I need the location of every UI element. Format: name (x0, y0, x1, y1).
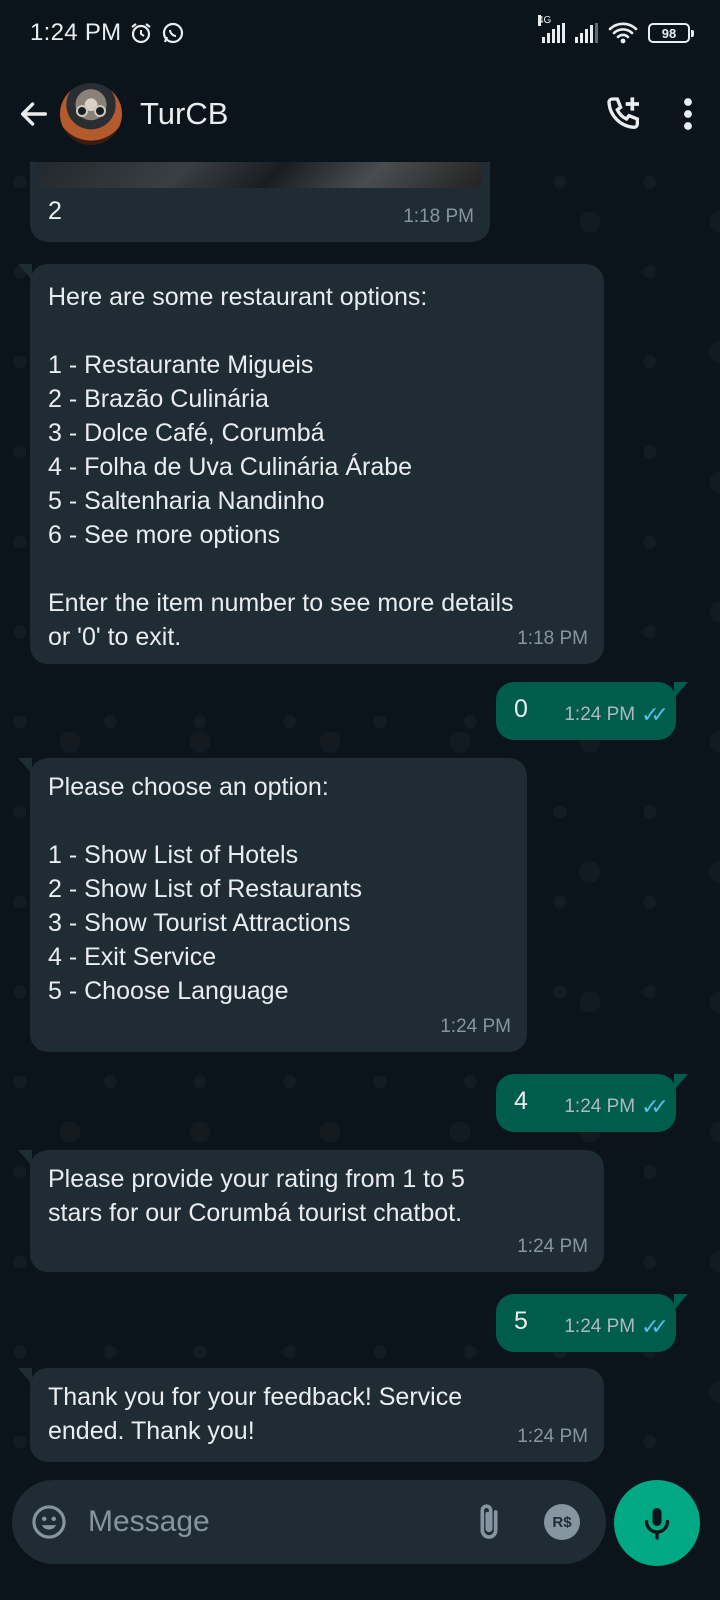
signal-icon (575, 23, 598, 43)
message-time: 1:24 PM (517, 1236, 588, 1257)
message-text: 0 (514, 695, 528, 723)
message-time: 1:24 PM ✓✓ (564, 698, 669, 732)
message-text: Thank you for your feedback! Service end… (48, 1383, 463, 1445)
chat-header: TurCB (0, 66, 720, 162)
back-button[interactable] (14, 94, 54, 134)
message-incoming[interactable]: Here are some restaurant options: 1 - Re… (18, 264, 604, 664)
message-text: 5 (514, 1307, 528, 1335)
message-time: 1:24 PM ✓✓ (564, 1310, 669, 1344)
whatsapp-notification-icon (163, 22, 184, 44)
message-text: Please choose an option: 1 - Show List o… (48, 773, 363, 1005)
message-image[interactable] (38, 162, 482, 188)
contact-name[interactable]: TurCB (140, 96, 228, 132)
wifi-icon (608, 22, 638, 44)
avatar[interactable] (60, 83, 122, 145)
alarm-icon (131, 23, 152, 44)
payment-icon[interactable]: R$ (544, 1504, 580, 1540)
message-outgoing[interactable]: 4 1:24 PM ✓✓ (496, 1074, 688, 1132)
voice-message-button[interactable] (614, 1480, 700, 1566)
message-incoming-image[interactable]: 2 1:18 PM (30, 162, 490, 242)
mic-icon (644, 1508, 670, 1540)
message-text: 2 (48, 197, 62, 225)
back-arrow-icon (20, 102, 48, 126)
message-time: 1:24 PM ✓✓ (564, 1090, 669, 1124)
message-composer: R$ (12, 1480, 655, 1564)
battery-indicator: 98 (648, 23, 694, 43)
emoji-icon (32, 1505, 66, 1539)
message-outgoing[interactable]: 0 1:24 PM ✓✓ (496, 682, 688, 740)
message-input[interactable] (86, 1505, 474, 1539)
message-incoming[interactable]: Please provide your rating from 1 to 5 s… (18, 1150, 604, 1272)
message-text: Here are some restaurant options: 1 - Re… (48, 283, 514, 651)
message-time: 1:18 PM (403, 206, 474, 227)
status-bar: 1:24 PM 4G 98 (0, 0, 720, 66)
message-time: 1:24 PM (440, 1016, 511, 1037)
message-time: 1:24 PM (517, 1426, 588, 1447)
attach-icon[interactable] (474, 1502, 504, 1542)
add-call-icon[interactable] (604, 94, 644, 134)
read-ticks-icon: ✓✓ (641, 702, 669, 727)
read-ticks-icon: ✓✓ (641, 1094, 669, 1119)
message-time: 1:18 PM (517, 628, 588, 649)
signal-4g-icon: 4G (538, 15, 565, 43)
input-bar: R$ (0, 1472, 720, 1600)
status-time: 1:24 PM (30, 19, 122, 46)
message-text: Please provide your rating from 1 to 5 s… (48, 1165, 465, 1227)
message-incoming[interactable]: Please choose an option: 1 - Show List o… (18, 758, 527, 1052)
more-vert-icon[interactable] (682, 96, 694, 132)
message-text: 4 (514, 1087, 528, 1115)
message-outgoing[interactable]: 5 1:24 PM ✓✓ (496, 1294, 688, 1352)
message-incoming[interactable]: Thank you for your feedback! Service end… (18, 1368, 604, 1462)
read-ticks-icon: ✓✓ (641, 1314, 669, 1339)
emoji-button[interactable] (30, 1501, 68, 1543)
chat-area[interactable]: 2 1:18 PM Here are some restaurant optio… (0, 162, 720, 1472)
network-label: 4G (538, 15, 552, 26)
